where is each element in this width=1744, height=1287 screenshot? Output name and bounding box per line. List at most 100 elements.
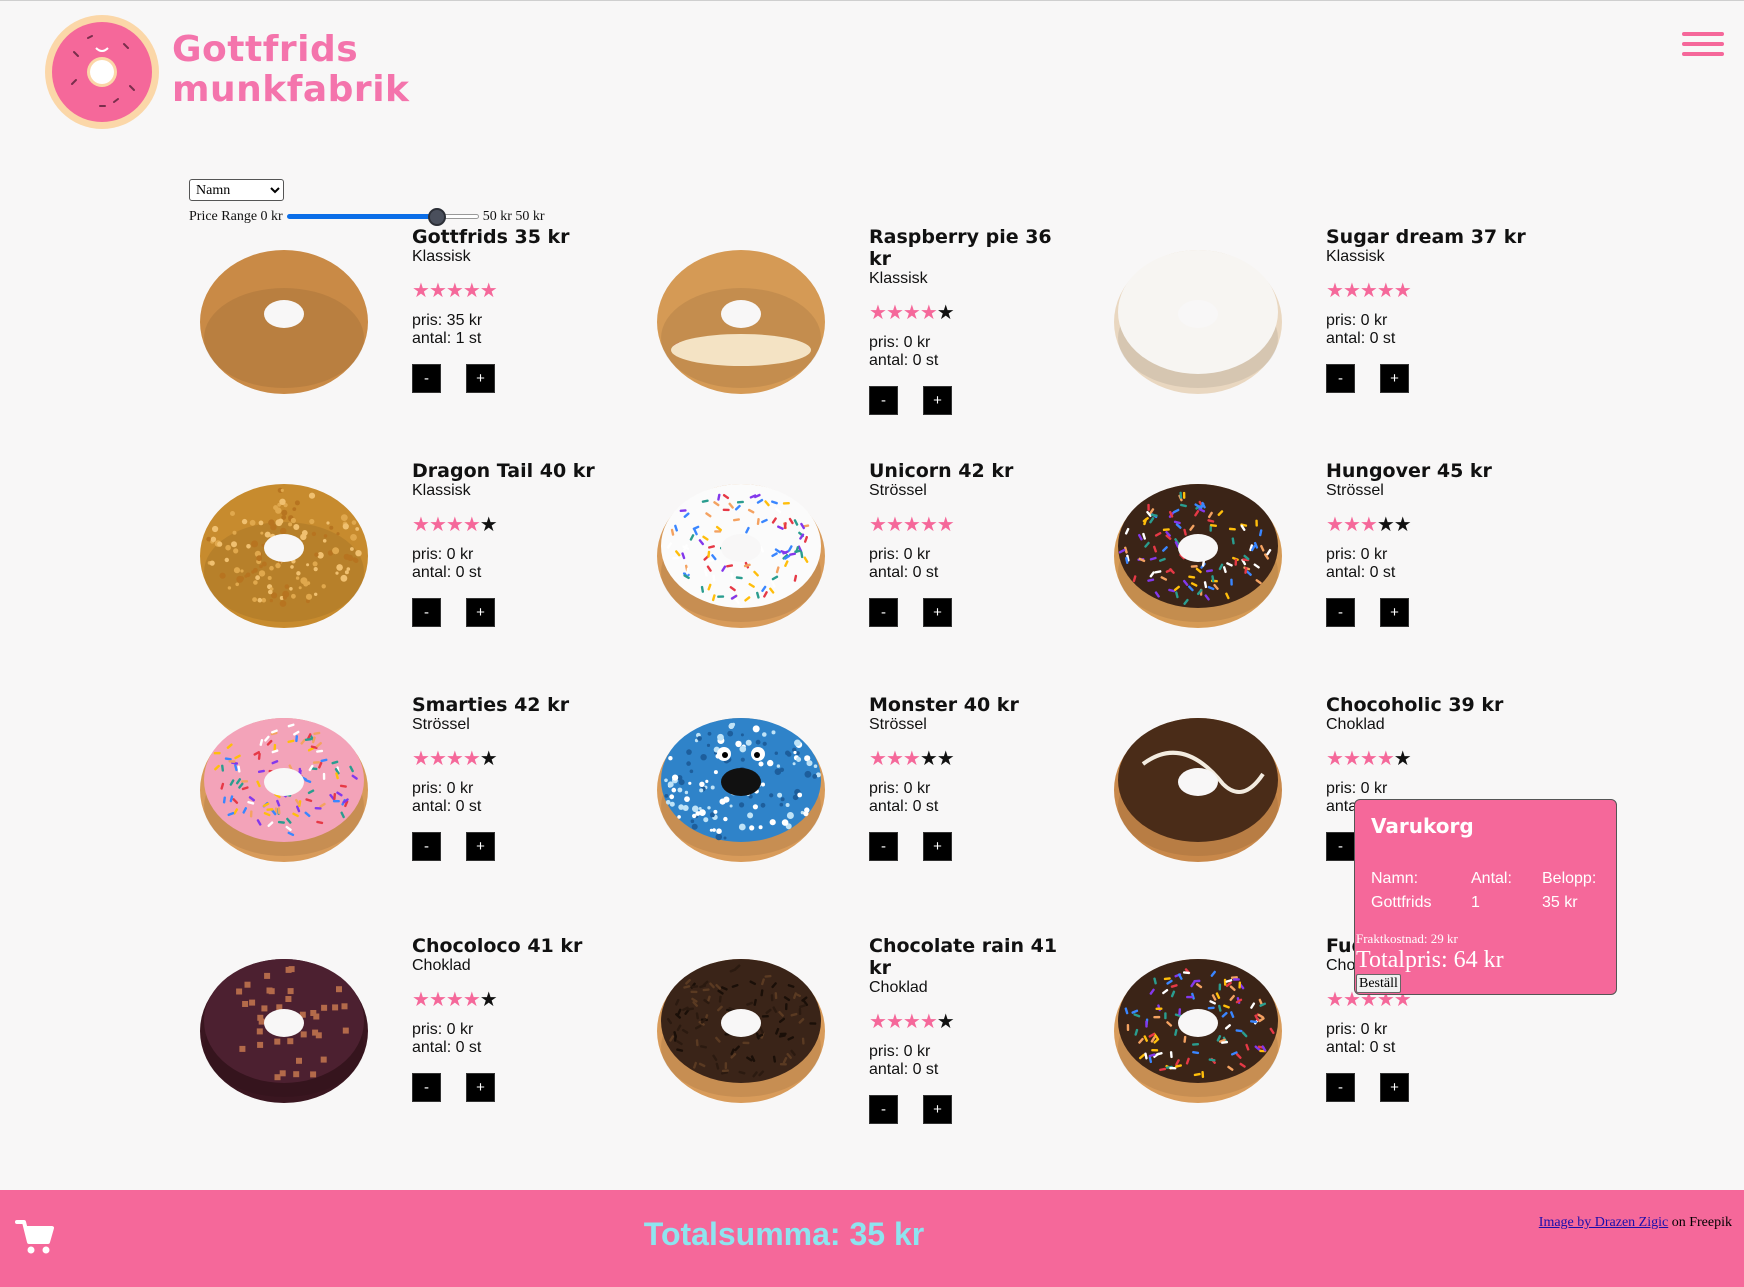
product-card: Monster 40 kr Strössel ★★★★★ pris: 0 kr anta…	[646, 694, 1066, 904]
brand-line2: munkfabrik	[172, 69, 410, 110]
product-category: Strössel	[412, 716, 470, 733]
star-icon: ★	[1326, 514, 1344, 536]
product-quantity: antal: 1 st	[412, 330, 482, 347]
quantity-controls: -+	[1326, 364, 1531, 393]
product-category: Choklad	[412, 957, 471, 974]
star-icon: ★	[1393, 748, 1412, 770]
star-icon: ★	[445, 989, 464, 1011]
increase-button[interactable]: +	[923, 598, 952, 627]
decrease-button[interactable]: -	[1326, 1073, 1355, 1102]
product-category: Strössel	[1326, 482, 1384, 499]
product-name: Chocoloco 41 kr	[412, 935, 583, 957]
decrease-button[interactable]: -	[412, 1073, 441, 1102]
increase-button[interactable]: +	[1380, 364, 1409, 393]
star-icon: ★	[479, 280, 498, 302]
star-icon: ★	[479, 748, 498, 770]
donut-image-monster	[657, 718, 825, 862]
star-icon: ★	[902, 514, 921, 536]
product-price: pris: 0 kr	[412, 780, 474, 797]
decrease-button[interactable]: -	[412, 364, 441, 393]
product-name: Unicorn 42 kr	[869, 460, 1014, 482]
donut-image-gottfrids	[200, 250, 368, 394]
cart-item-qty: 1	[1471, 894, 1480, 911]
cart-col-name: Namn:	[1371, 870, 1419, 887]
donut-logo[interactable]	[44, 14, 160, 130]
decrease-button[interactable]: -	[869, 386, 898, 415]
decrease-button[interactable]: -	[1326, 832, 1355, 861]
product-name: Chocolate rain 41 kr	[869, 935, 1058, 979]
increase-button[interactable]: +	[923, 1095, 952, 1124]
donut-image-unicorn	[657, 484, 825, 628]
product-info: Chocolate rain 41 kr Choklad ★★★★★ pris: 0 …	[869, 935, 1074, 1124]
star-icon: ★	[1359, 514, 1378, 536]
price-range-thumb[interactable]	[427, 208, 446, 226]
increase-button[interactable]: +	[466, 364, 495, 393]
decrease-button[interactable]: -	[412, 598, 441, 627]
credit-link[interactable]: Image by Drazen Zigic	[1539, 1215, 1668, 1230]
star-icon: ★	[885, 1011, 904, 1033]
price-range-value: 50 kr 50 kr	[482, 209, 545, 224]
cart-col-qty: Antal:	[1471, 870, 1512, 887]
star-icon: ★	[1326, 989, 1344, 1011]
footer-bar: Totalsumma: 35 kr Image by Drazen Zigic …	[0, 1190, 1744, 1287]
star-icon: ★	[869, 302, 887, 324]
product-card: Chocoloco 41 kr Choklad ★★★★★ pris: 0 kr ant…	[189, 935, 609, 1145]
star-icon: ★	[885, 748, 904, 770]
increase-button[interactable]: +	[466, 832, 495, 861]
rating-stars: ★★★★★	[412, 280, 617, 302]
star-icon: ★	[902, 1011, 921, 1033]
donut-image-chocoholic	[1114, 718, 1282, 862]
increase-button[interactable]: +	[923, 386, 952, 415]
product-info: Gottfrids 35 kr Klassisk ★★★★★ pris: 35 kr a…	[412, 226, 617, 393]
price-range-slider[interactable]	[286, 207, 479, 227]
product-card: Smarties 42 kr Strössel ★★★★★ pris: 0 kr ant…	[189, 694, 609, 904]
star-icon: ★	[462, 748, 481, 770]
product-category: Choklad	[869, 979, 928, 996]
product-card: Sugar dream 37 kr Klassisk ★★★★★ pris: 0 kr…	[1103, 226, 1526, 436]
product-price: pris: 0 kr	[869, 334, 931, 351]
order-button[interactable]: Beställ	[1356, 974, 1401, 993]
product-price: pris: 0 kr	[1326, 312, 1388, 329]
increase-button[interactable]: +	[466, 1073, 495, 1102]
star-icon: ★	[1326, 280, 1344, 302]
sort-select[interactable]: Namn	[189, 179, 284, 201]
star-icon: ★	[1342, 748, 1361, 770]
star-icon: ★	[479, 514, 498, 536]
cart-title: Varukorg	[1371, 814, 1474, 838]
star-icon: ★	[1393, 514, 1412, 536]
cart-col-amount: Belopp:	[1542, 870, 1597, 887]
decrease-button[interactable]: -	[869, 832, 898, 861]
decrease-button[interactable]: -	[1326, 598, 1355, 627]
hamburger-menu-icon[interactable]	[1682, 32, 1724, 56]
increase-button[interactable]: +	[466, 598, 495, 627]
star-icon: ★	[412, 514, 430, 536]
star-icon: ★	[936, 1011, 955, 1033]
rating-stars: ★★★★★	[869, 1011, 1074, 1033]
product-card: Chocolate rain 41 kr Choklad ★★★★★ pris: 0 …	[646, 935, 1066, 1145]
star-icon: ★	[412, 280, 430, 302]
product-quantity: antal: 0 st	[869, 564, 939, 581]
star-icon: ★	[869, 514, 887, 536]
donut-image-sugar-dream	[1114, 250, 1282, 394]
rating-stars: ★★★★★	[412, 514, 617, 536]
star-icon: ★	[479, 989, 498, 1011]
product-price: pris: 0 kr	[1326, 1021, 1388, 1038]
decrease-button[interactable]: -	[1326, 364, 1355, 393]
quantity-controls: -+	[869, 832, 1074, 861]
increase-button[interactable]: +	[1380, 1073, 1409, 1102]
product-price: pris: 35 kr	[412, 312, 483, 329]
quantity-controls: -+	[412, 832, 617, 861]
decrease-button[interactable]: -	[869, 598, 898, 627]
decrease-button[interactable]: -	[869, 1095, 898, 1124]
product-name: Dragon Tail 40 kr	[412, 460, 595, 482]
star-icon: ★	[936, 302, 955, 324]
cart-item-amount: 35 kr	[1542, 894, 1578, 911]
increase-button[interactable]: +	[923, 832, 952, 861]
product-price: pris: 0 kr	[1326, 546, 1388, 563]
rating-stars: ★★★★★	[412, 989, 617, 1011]
star-icon: ★	[1342, 514, 1361, 536]
price-range: Price Range 0 kr 50 kr 50 kr	[189, 207, 545, 227]
decrease-button[interactable]: -	[412, 832, 441, 861]
star-icon: ★	[445, 514, 464, 536]
increase-button[interactable]: +	[1380, 598, 1409, 627]
